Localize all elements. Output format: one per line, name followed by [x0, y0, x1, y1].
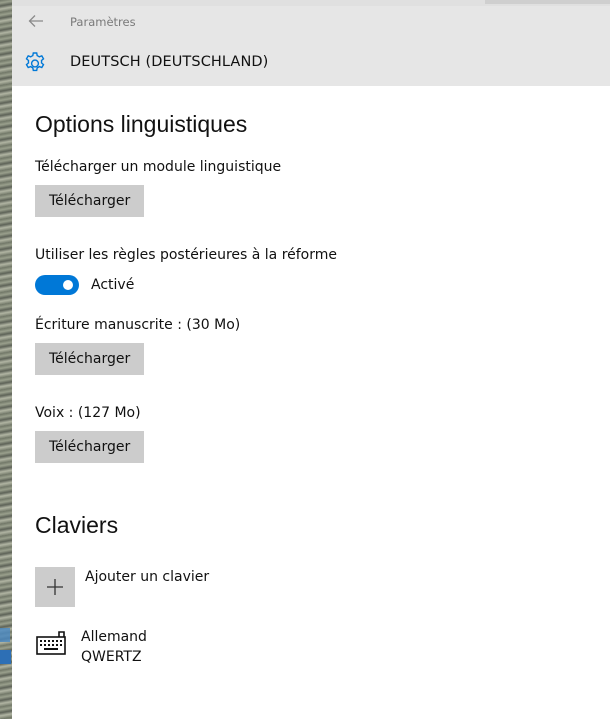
desktop-shortcut-icon[interactable]: [0, 650, 11, 664]
language-pack-label: Télécharger un module linguistique: [35, 159, 282, 175]
keyboard-list-item[interactable]: Allemand QWERTZ: [81, 629, 281, 671]
settings-window: Paramètres DEUTSCH (DEUTSCHLAND) Options…: [12, 6, 610, 719]
page-title: DEUTSCH (DEUTSCHLAND): [70, 54, 269, 70]
page-header: DEUTSCH (DEUTSCHLAND): [12, 37, 610, 86]
desktop-icon[interactable]: [0, 628, 10, 642]
gear-icon: [25, 52, 45, 72]
title-bar: Paramètres: [12, 6, 610, 37]
download-handwriting-button[interactable]: Télécharger: [35, 343, 145, 375]
window-title: Paramètres: [70, 15, 136, 29]
toggle-knob: [63, 280, 73, 290]
back-arrow-icon: [28, 15, 43, 27]
reform-rules-toggle-state: Activé: [91, 277, 135, 293]
download-language-pack-button[interactable]: Télécharger: [35, 185, 145, 217]
keyboards-heading: Claviers: [35, 512, 119, 538]
handwriting-label: Écriture manuscrite : (30 Mo): [35, 317, 241, 333]
keyboard-layout: QWERTZ: [81, 649, 142, 665]
keyboard-name: Allemand: [81, 629, 147, 645]
desktop-background: [0, 0, 12, 719]
background-window-edge: [485, 0, 610, 4]
download-voice-button[interactable]: Télécharger: [35, 431, 145, 463]
voice-label: Voix : (127 Mo): [35, 405, 141, 421]
keyboard-icon: [36, 631, 66, 655]
back-button[interactable]: [24, 10, 48, 32]
add-keyboard-label[interactable]: Ajouter un clavier: [85, 569, 209, 585]
add-keyboard-button[interactable]: [35, 567, 75, 607]
plus-icon: [47, 579, 63, 595]
main-content: Options linguistiques Télécharger un mod…: [12, 86, 610, 719]
reform-rules-toggle[interactable]: [35, 275, 79, 295]
language-options-heading: Options linguistiques: [35, 111, 248, 137]
reform-rules-label: Utiliser les règles postérieures à la ré…: [35, 247, 338, 263]
